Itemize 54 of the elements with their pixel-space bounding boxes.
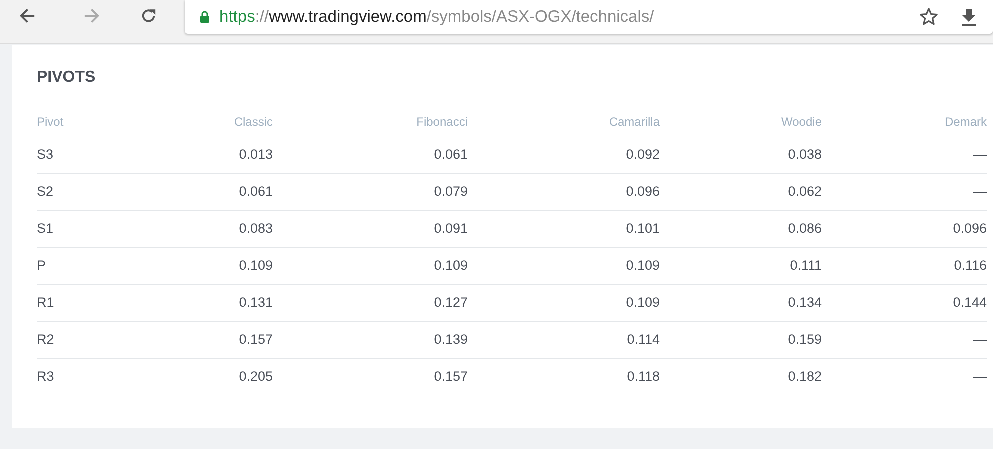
pivot-label: R1 [37,284,137,321]
table-cell: 0.182 [660,358,822,395]
table-cell: 0.061 [137,173,273,210]
table-cell: 0.109 [468,284,660,321]
column-header: Woodie [780,115,822,131]
address-bar[interactable]: https://www.tradingview.com/symbols/ASX-OGX/technicals/ [184,0,993,34]
table-cell-text: 0.013 [238,146,273,164]
pivot-label: S3 [37,146,55,164]
table-cell: 0.091 [273,210,468,247]
table-cell: 0.127 [273,284,468,321]
table-cell: 0.134 [660,284,822,321]
table-cell: 0.157 [137,321,273,358]
table-cell: 0.118 [468,358,660,395]
url-text: https://www.tradingview.com/symbols/ASX-OGX/technicals/ [220,8,654,26]
pivot-label: R3 [37,358,137,395]
pivot-label: S2 [37,173,137,210]
column-header: Classic [233,115,273,131]
table-cell: 0.101 [468,210,660,247]
column-header: Demark [944,115,987,131]
table-cell: 0.109 [273,247,468,284]
table-cell: — [822,321,987,358]
table-cell: 0.114 [468,321,660,358]
pivot-label: R2 [37,321,137,358]
table-cell: 0.096 [468,173,660,210]
table-cell: 0.109 [137,247,273,284]
star-icon[interactable] [919,7,940,27]
table-cell: 0.109 [468,247,660,284]
table-cell: 0.079 [273,173,468,210]
table-cell: 0.157 [273,358,468,395]
table-cell-text: 0.061 [433,146,468,164]
table-cell: 0.083 [137,210,273,247]
table-cell-text: 0.092 [625,146,660,164]
pivot-label: S1 [37,210,137,247]
table-cell: — [822,358,987,395]
table-cell: 0.062 [660,173,822,210]
table-cell: 0.096 [822,210,987,247]
table-cell: 0.139 [273,321,468,358]
section-title: PIVOTS [37,69,97,88]
table-cell: 0.111 [660,247,822,284]
table-cell: 0.131 [137,284,273,321]
pivot-label: P [37,247,137,284]
column-header: Pivot [37,115,65,131]
column-header: Fibonacci [416,115,468,131]
table-cell-text: 0.038 [787,146,822,164]
table-cell: — [822,173,987,210]
download-icon[interactable] [961,8,978,26]
lock-icon [200,11,210,23]
table-cell: 0.086 [660,210,822,247]
table-cell: 0.116 [822,247,987,284]
table-cell: 0.159 [660,321,822,358]
table-cell: 0.144 [822,284,987,321]
table-cell-text: — [972,146,987,164]
table-cell: 0.205 [137,358,273,395]
column-header: Camarilla [608,115,660,131]
